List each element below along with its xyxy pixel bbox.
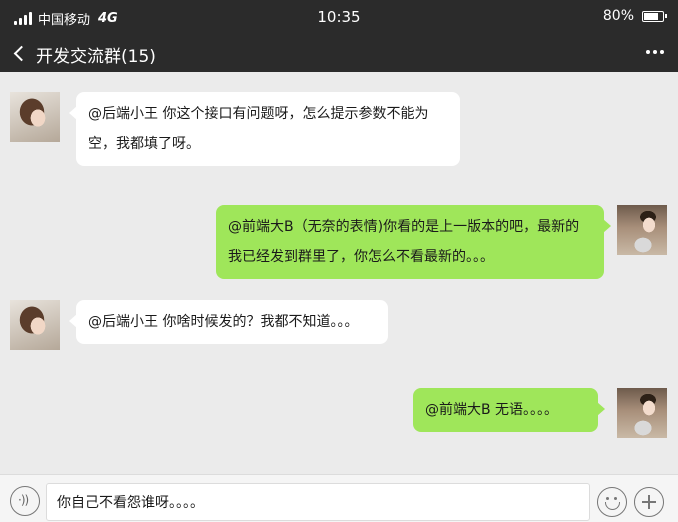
plus-icon[interactable]	[634, 487, 664, 517]
more-options-icon[interactable]	[646, 46, 664, 58]
back-icon[interactable]	[12, 42, 28, 64]
input-bar: ·))	[0, 474, 678, 522]
message-bubble[interactable]: @后端小王 你啥时候发的？我都不知道。。。	[69, 300, 388, 344]
message-bubble[interactable]: @后端小王 你这个接口有问题呀，怎么提示参数不能为空，我都填了呀。	[69, 92, 460, 166]
emoji-icon[interactable]	[597, 487, 627, 517]
voice-icon[interactable]: ·))	[10, 486, 40, 516]
battery-percent: 80%	[602, 8, 634, 24]
status-bar: 中国移动 4G 10:35 80%	[0, 0, 678, 34]
message-list[interactable]: @后端小王 你这个接口有问题呀，怎么提示参数不能为空，我都填了呀。 @前端大B（…	[0, 72, 678, 474]
avatar[interactable]	[10, 92, 60, 142]
chat-title: 开发交流群(15)	[36, 47, 156, 67]
message-row: @前端大B（无奈的表情)你看的是上一版本的吧，最新的我已经发到群里了，你怎么不看…	[0, 182, 678, 282]
message-row: @后端小王 你啥时候发的？我都不知道。。。	[0, 282, 678, 362]
avatar[interactable]	[10, 300, 60, 350]
avatar[interactable]	[617, 388, 667, 438]
message-bubble[interactable]: @前端大B（无奈的表情)你看的是上一版本的吧，最新的我已经发到群里了，你怎么不看…	[216, 205, 611, 279]
battery-icon	[642, 10, 667, 22]
message-bubble[interactable]: @前端大B 无语。。。。	[413, 388, 605, 432]
message-input[interactable]	[46, 483, 590, 521]
message-row: @前端大B 无语。。。。	[0, 362, 678, 452]
message-row: @后端小王 你这个接口有问题呀，怎么提示参数不能为空，我都填了呀。	[0, 72, 678, 182]
avatar[interactable]	[617, 205, 667, 255]
clock: 10:35	[317, 8, 361, 26]
chat-header: 开发交流群(15)	[0, 34, 678, 72]
